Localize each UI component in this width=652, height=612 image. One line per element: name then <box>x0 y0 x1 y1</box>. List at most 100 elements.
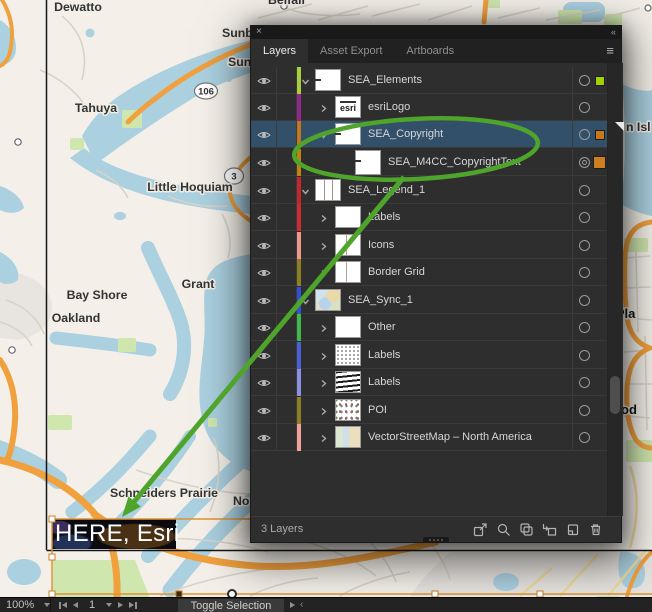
layer-thumbnail[interactable] <box>335 399 361 421</box>
layer-thumbnail[interactable] <box>315 289 341 311</box>
layer-thumbnail[interactable] <box>335 344 361 366</box>
layer-thumbnail[interactable] <box>335 316 361 338</box>
layer-name[interactable]: SEA_Elements <box>348 74 422 86</box>
target-circle[interactable] <box>579 75 590 86</box>
layer-name[interactable]: Labels <box>368 376 400 388</box>
lock-cell[interactable] <box>277 287 297 314</box>
visibility-toggle[interactable] <box>251 369 277 396</box>
zoom-level[interactable]: 100% <box>0 599 44 611</box>
layer-name[interactable]: Icons <box>368 239 394 251</box>
visibility-toggle[interactable] <box>251 67 277 94</box>
locate-object-icon[interactable] <box>496 522 511 537</box>
layer-row[interactable]: POI <box>251 397 607 424</box>
layer-row[interactable]: esri esriLogo <box>251 94 607 121</box>
lock-cell[interactable] <box>277 177 297 204</box>
layer-thumbnail[interactable] <box>315 179 341 201</box>
next-artboard-button[interactable] <box>118 602 123 608</box>
layer-row[interactable]: SEA_M4CC_CopyrightText <box>251 149 607 176</box>
target-circle[interactable] <box>579 377 590 388</box>
visibility-toggle[interactable] <box>251 424 277 451</box>
layer-name[interactable]: POI <box>368 404 387 416</box>
lock-cell[interactable] <box>277 94 297 121</box>
target-circle[interactable] <box>579 267 590 278</box>
collect-for-export-icon[interactable] <box>473 522 488 537</box>
lock-cell[interactable] <box>277 204 297 231</box>
chevron-collapsed-icon[interactable] <box>319 379 328 388</box>
layer-row[interactable]: Labels <box>251 204 607 231</box>
layer-name[interactable]: Other <box>368 321 396 333</box>
layer-name[interactable]: Labels <box>368 349 400 361</box>
delete-layer-icon[interactable] <box>588 522 603 537</box>
target-circle[interactable] <box>579 322 590 333</box>
target-circle[interactable] <box>579 102 590 113</box>
chevron-collapsed-icon[interactable] <box>319 214 328 223</box>
copyright-text-object[interactable]: HERE, Esri <box>52 519 176 549</box>
lock-cell[interactable] <box>277 149 297 176</box>
target-circle[interactable] <box>579 432 590 443</box>
layer-row[interactable]: Labels <box>251 342 607 369</box>
chevron-expanded-icon[interactable] <box>301 187 310 196</box>
layer-thumbnail[interactable] <box>335 261 361 283</box>
layer-thumbnail[interactable] <box>355 150 381 175</box>
chevron-collapsed-icon[interactable] <box>319 269 328 278</box>
visibility-toggle[interactable] <box>251 204 277 231</box>
chevron-expanded-icon[interactable] <box>301 77 310 86</box>
lock-cell[interactable] <box>277 232 297 259</box>
target-circle[interactable] <box>579 295 590 306</box>
visibility-toggle[interactable] <box>251 149 277 176</box>
lock-cell[interactable] <box>277 67 297 94</box>
chevron-collapsed-icon[interactable] <box>319 242 328 251</box>
lock-cell[interactable] <box>277 397 297 424</box>
previous-artboard-button[interactable] <box>73 602 78 608</box>
first-artboard-button[interactable] <box>59 602 67 609</box>
panel-resize-gripper[interactable] <box>423 537 449 543</box>
target-circle[interactable] <box>579 350 590 361</box>
lock-cell[interactable] <box>277 342 297 369</box>
layer-thumbnail[interactable] <box>335 206 361 228</box>
panel-title-bar[interactable]: × « <box>251 26 621 39</box>
layer-thumbnail[interactable]: esri <box>335 96 361 118</box>
layer-name[interactable]: Border Grid <box>368 266 425 278</box>
layer-row[interactable]: SEA_Elements <box>251 67 607 94</box>
chevron-collapsed-icon[interactable] <box>319 324 328 333</box>
last-artboard-button[interactable] <box>129 602 137 609</box>
new-sublayer-icon[interactable] <box>542 522 557 537</box>
lock-cell[interactable] <box>277 424 297 451</box>
layer-thumbnail[interactable] <box>335 371 361 393</box>
layer-thumbnail[interactable] <box>335 234 361 256</box>
lock-cell[interactable] <box>277 121 297 148</box>
visibility-toggle[interactable] <box>251 287 277 314</box>
target-circle[interactable] <box>579 212 590 223</box>
layer-row[interactable]: Border Grid <box>251 259 607 286</box>
chevron-collapsed-icon[interactable] <box>319 352 328 361</box>
chevron-collapsed-icon[interactable] <box>319 104 328 113</box>
new-layer-icon[interactable] <box>565 522 580 537</box>
visibility-toggle[interactable] <box>251 259 277 286</box>
visibility-toggle[interactable] <box>251 397 277 424</box>
layer-row[interactable]: Icons <box>251 232 607 259</box>
visibility-toggle[interactable] <box>251 94 277 121</box>
make-clipping-mask-icon[interactable] <box>519 522 534 537</box>
layer-name[interactable]: esriLogo <box>368 101 410 113</box>
layer-row[interactable]: SEA_Sync_1 <box>251 287 607 314</box>
status-message[interactable]: Toggle Selection <box>178 599 284 612</box>
layer-name[interactable]: SEA_Legend_1 <box>348 184 425 196</box>
target-circle[interactable] <box>579 185 590 196</box>
layer-row[interactable]: Labels <box>251 369 607 396</box>
target-circle-active[interactable] <box>579 157 590 168</box>
chevron-collapsed-icon[interactable] <box>319 434 328 443</box>
artboard-dropdown-icon[interactable] <box>106 603 112 607</box>
artboard-number-field[interactable]: 1 <box>84 599 100 611</box>
layer-thumbnail[interactable] <box>315 69 341 91</box>
layer-name[interactable]: Labels <box>368 211 400 223</box>
status-expand-icon[interactable] <box>290 602 295 608</box>
visibility-toggle[interactable] <box>251 121 277 148</box>
tab-layers[interactable]: Layers <box>251 39 308 63</box>
tab-asset-export[interactable]: Asset Export <box>308 39 394 63</box>
back-chevron-icon[interactable]: ‹ <box>300 599 303 610</box>
collapse-panel-icon[interactable]: « <box>611 26 615 38</box>
layer-row[interactable]: SEA_Legend_1 <box>251 177 607 204</box>
layer-thumbnail[interactable] <box>335 123 361 145</box>
chevron-expanded-icon[interactable] <box>319 131 328 140</box>
chevron-expanded-icon[interactable] <box>301 297 310 306</box>
